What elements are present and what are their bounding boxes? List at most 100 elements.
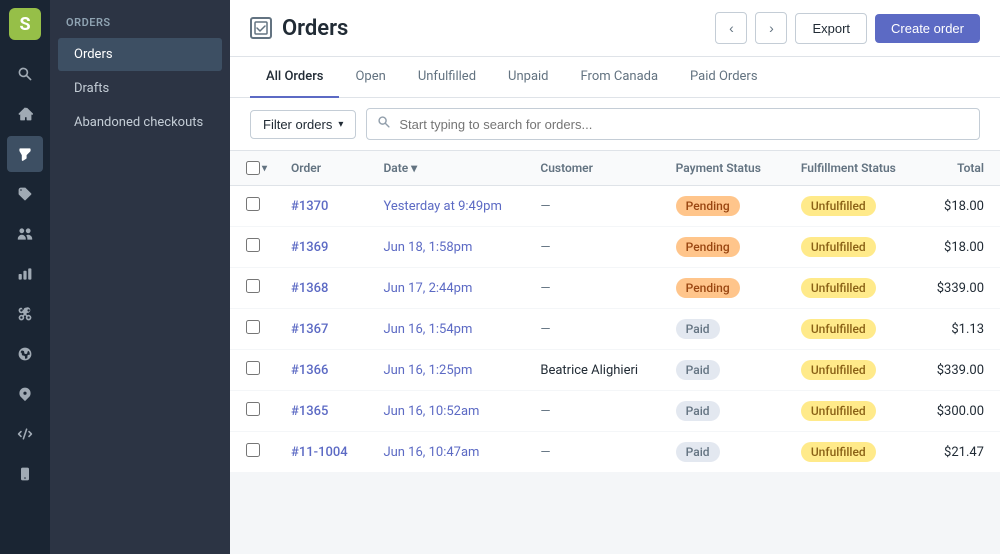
customer-cell: — [524,391,659,432]
prev-button[interactable]: ‹ [715,12,747,44]
search-nav-icon[interactable] [7,56,43,92]
order-link[interactable]: #1370 [291,199,328,214]
payment-status-cell: Pending [660,227,785,268]
th-fulfillment-status: Fulfillment Status [785,151,917,186]
order-number-cell: #1365 [275,391,367,432]
filters-row: Filter orders ▾ [230,98,1000,151]
customer-cell: — [524,227,659,268]
tabs-bar: All Orders Open Unfulfilled Unpaid From … [230,57,1000,98]
row-checkbox[interactable] [246,443,260,457]
customer-cell: Beatrice Alighieri [524,350,659,391]
tab-unfulfilled[interactable]: Unfulfilled [402,57,492,98]
order-number-cell: #1369 [275,227,367,268]
fulfillment-status-cell: Unfulfilled [785,227,917,268]
fulfillment-status-badge: Unfulfilled [801,196,876,216]
fulfillment-status-cell: Unfulfilled [785,350,917,391]
row-checkbox[interactable] [246,197,260,211]
customer-cell: — [524,432,659,473]
row-checkbox-cell [230,227,275,268]
sidebar-item-abandoned[interactable]: Abandoned checkouts [58,106,222,139]
row-checkbox-cell [230,186,275,227]
scissors-nav-icon[interactable] [7,296,43,332]
tab-paid-orders[interactable]: Paid Orders [674,57,774,98]
total-cell: $300.00 [917,391,1000,432]
search-icon [377,115,391,133]
row-checkbox[interactable] [246,402,260,416]
total-cell: $1.13 [917,309,1000,350]
order-link[interactable]: #1365 [291,404,328,419]
payment-status-cell: Paid [660,432,785,473]
order-link[interactable]: #1369 [291,240,328,255]
row-checkbox[interactable] [246,361,260,375]
next-button[interactable]: › [755,12,787,44]
th-date[interactable]: Date ▾ [367,151,524,186]
customers-nav-icon[interactable] [7,216,43,252]
customer-cell: — [524,268,659,309]
fulfillment-status-badge: Unfulfilled [801,237,876,257]
order-link[interactable]: #1366 [291,363,328,378]
checkbox-dropdown-arrow[interactable]: ▾ [262,163,267,174]
row-checkbox[interactable] [246,238,260,252]
code-nav-icon[interactable] [7,416,43,452]
orders-nav-icon[interactable] [7,136,43,172]
shopify-logo[interactable]: S [9,8,41,40]
row-checkbox[interactable] [246,279,260,293]
payment-status-cell: Pending [660,186,785,227]
sidebar-item-orders[interactable]: Orders [58,38,222,71]
payment-status-badge: Paid [676,360,720,380]
payment-status-cell: Pending [660,268,785,309]
total-cell: $18.00 [917,227,1000,268]
sidebar-section-title: ORDERS [50,0,230,37]
empty-customer: — [540,445,550,460]
empty-customer: — [540,199,550,214]
tab-all-orders[interactable]: All Orders [250,57,339,98]
empty-customer: — [540,240,550,255]
date-cell: Jun 18, 1:58pm [367,227,524,268]
export-button[interactable]: Export [795,13,867,44]
sidebar-icon-nav: S [0,0,50,554]
page-header: Orders ‹ › Export Create order [230,0,1000,57]
mobile-nav-icon[interactable] [7,456,43,492]
order-link[interactable]: #1368 [291,281,328,296]
date-cell: Jun 17, 2:44pm [367,268,524,309]
tab-open[interactable]: Open [339,57,401,98]
tab-unpaid[interactable]: Unpaid [492,57,564,98]
fulfillment-status-badge: Unfulfilled [801,360,876,380]
analytics-nav-icon[interactable] [7,256,43,292]
date-cell: Jun 16, 1:25pm [367,350,524,391]
fulfillment-status-badge: Unfulfilled [801,319,876,339]
tag-nav-icon[interactable] [7,176,43,212]
row-checkbox[interactable] [246,320,260,334]
select-all-checkbox[interactable] [246,161,260,175]
sidebar-item-drafts[interactable]: Drafts [58,72,222,105]
row-checkbox-cell [230,391,275,432]
payment-status-badge: Paid [676,442,720,462]
order-number-cell: #1368 [275,268,367,309]
main-content: Orders ‹ › Export Create order All Order… [230,0,1000,554]
payment-status-badge: Pending [676,196,740,216]
customer-cell: — [524,309,659,350]
fulfillment-status-badge: Unfulfilled [801,278,876,298]
create-order-button[interactable]: Create order [875,14,980,43]
search-input[interactable] [399,117,969,132]
table-row: #1367 Jun 16, 1:54pm — Paid Unfulfilled … [230,309,1000,350]
location-nav-icon[interactable] [7,376,43,412]
sidebar-panel: ORDERS Orders Drafts Abandoned checkouts [50,0,230,554]
header-actions: ‹ › Export Create order [715,12,980,44]
fulfillment-status-cell: Unfulfilled [785,186,917,227]
th-checkbox: ▾ [230,151,275,186]
order-link[interactable]: #11-1004 [291,445,348,460]
globe-nav-icon[interactable] [7,336,43,372]
tab-from-canada[interactable]: From Canada [565,57,675,98]
table-row: #11-1004 Jun 16, 10:47am — Paid Unfulfil… [230,432,1000,473]
total-cell: $21.47 [917,432,1000,473]
fulfillment-status-cell: Unfulfilled [785,432,917,473]
row-checkbox-cell [230,309,275,350]
home-nav-icon[interactable] [7,96,43,132]
table-row: #1366 Jun 16, 1:25pm Beatrice Alighieri … [230,350,1000,391]
orders-title-icon [250,17,272,39]
order-number-cell: #1366 [275,350,367,391]
payment-status-cell: Paid [660,309,785,350]
filter-orders-button[interactable]: Filter orders ▾ [250,110,356,139]
order-link[interactable]: #1367 [291,322,328,337]
